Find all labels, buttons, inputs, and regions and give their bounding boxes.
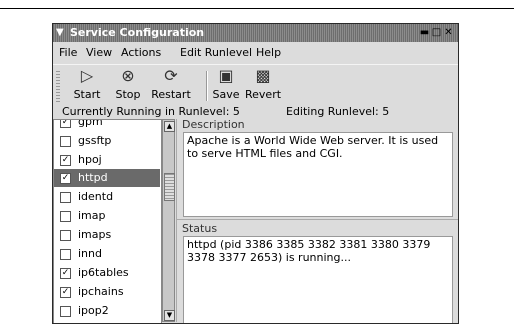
window-menu-icon[interactable]: ▼ bbox=[56, 26, 64, 40]
service-name: ip6tables bbox=[78, 266, 129, 279]
editing-runlevel: Editing Runlevel: 5 bbox=[286, 105, 390, 118]
service-checkbox[interactable] bbox=[60, 230, 71, 241]
service-item[interactable]: gssftp bbox=[58, 132, 161, 150]
service-item[interactable]: ipop2 bbox=[58, 302, 161, 320]
scroll-thumb[interactable] bbox=[164, 173, 175, 201]
service-checkbox[interactable]: ✓ bbox=[60, 120, 71, 128]
service-name: gpm bbox=[78, 119, 103, 128]
service-name: innd bbox=[78, 247, 102, 260]
service-name: ipop3 bbox=[78, 321, 109, 323]
service-list-scrollbar[interactable]: ▲ ▼ bbox=[162, 119, 175, 322]
start-button[interactable]: ▷ Start bbox=[70, 66, 104, 102]
restart-label: Restart bbox=[151, 88, 191, 101]
pane-divider[interactable] bbox=[177, 219, 458, 220]
service-name: ipop2 bbox=[78, 304, 109, 317]
service-item[interactable]: innd bbox=[58, 245, 161, 263]
status-label: Status bbox=[182, 222, 218, 235]
runlevel-info: Currently Running in Runlevel: 5 Editing… bbox=[53, 105, 458, 119]
service-name: identd bbox=[78, 190, 114, 203]
revert-button[interactable]: ▩ Revert bbox=[245, 66, 282, 102]
service-item[interactable]: identd bbox=[58, 188, 161, 206]
stop-icon: ⊗ bbox=[121, 66, 135, 85]
service-name: hpoj bbox=[78, 153, 102, 166]
service-item[interactable]: imaps bbox=[58, 226, 161, 244]
menu-help[interactable]: Help bbox=[256, 46, 281, 59]
current-runlevel: Currently Running in Runlevel: 5 bbox=[62, 105, 240, 118]
service-name: httpd bbox=[78, 171, 108, 184]
toolbar-separator bbox=[206, 71, 208, 101]
revert-icon: ▩ bbox=[255, 66, 271, 85]
close-icon[interactable]: ✕ bbox=[443, 27, 454, 38]
service-item[interactable]: ✓ gpm bbox=[58, 119, 161, 131]
service-name: imap bbox=[78, 209, 106, 222]
description-pane: Description Apache is a World Wide Web s… bbox=[177, 118, 458, 218]
title-bar[interactable]: ▼ Service Configuration ▬ □ ✕ bbox=[53, 24, 458, 42]
service-checkbox[interactable] bbox=[60, 249, 71, 260]
description-text: Apache is a World Wide Web server. It is… bbox=[183, 132, 453, 217]
scroll-down-icon[interactable]: ▼ bbox=[164, 310, 175, 321]
stop-label: Stop bbox=[115, 88, 141, 101]
service-item[interactable]: ✓ ipchains bbox=[58, 283, 161, 301]
menu-edit-runlevel[interactable]: Edit Runlevel bbox=[180, 46, 252, 59]
revert-label: Revert bbox=[245, 88, 282, 101]
save-icon: ▣ bbox=[218, 66, 234, 85]
restart-button[interactable]: ⟳ Restart bbox=[149, 66, 193, 102]
service-item[interactable]: ✓ ip6tables bbox=[58, 264, 161, 282]
menu-view[interactable]: View bbox=[86, 46, 112, 59]
stop-button[interactable]: ⊗ Stop bbox=[111, 66, 145, 102]
desktop-top-border bbox=[0, 8, 514, 9]
maximize-icon[interactable]: □ bbox=[431, 27, 442, 38]
toolbar: ▷ Start ⊗ Stop ⟳ Restart ▣ Save ▩ Revert bbox=[53, 64, 458, 105]
menu-actions[interactable]: Actions bbox=[121, 46, 161, 59]
restart-icon: ⟳ bbox=[164, 66, 178, 85]
save-button[interactable]: ▣ Save bbox=[210, 66, 242, 102]
service-checkbox[interactable] bbox=[60, 192, 71, 203]
save-label: Save bbox=[212, 88, 240, 101]
service-item-selected[interactable]: ✓ httpd bbox=[54, 169, 160, 187]
menu-file[interactable]: File bbox=[59, 46, 77, 59]
service-list: ✓ gpm gssftp ✓ hpoj ✓ httpd identd imap ima… bbox=[53, 119, 162, 324]
service-name: ipchains bbox=[78, 285, 124, 298]
service-item[interactable]: ✓ hpoj bbox=[58, 151, 161, 169]
service-item[interactable]: ipop3 bbox=[58, 319, 161, 324]
status-pane: Status httpd (pid 3386 3385 3382 3381 33… bbox=[177, 222, 458, 323]
service-checkbox[interactable]: ✓ bbox=[60, 155, 71, 166]
play-icon: ▷ bbox=[80, 66, 94, 85]
service-configuration-window: ▼ Service Configuration ▬ □ ✕ File View … bbox=[52, 23, 459, 324]
start-label: Start bbox=[73, 88, 101, 101]
status-text: httpd (pid 3386 3385 3382 3381 3380 3379… bbox=[183, 236, 453, 323]
service-name: gssftp bbox=[78, 134, 112, 147]
toolbar-grip[interactable] bbox=[56, 71, 60, 103]
service-checkbox[interactable] bbox=[60, 136, 71, 147]
service-item[interactable]: imap bbox=[58, 207, 161, 225]
window-title: Service Configuration bbox=[70, 26, 205, 39]
service-checkbox[interactable] bbox=[60, 211, 71, 222]
minimize-icon[interactable]: ▬ bbox=[419, 27, 430, 38]
service-name: imaps bbox=[78, 228, 112, 241]
service-checkbox[interactable]: ✓ bbox=[60, 268, 71, 279]
scroll-up-icon[interactable]: ▲ bbox=[164, 121, 175, 132]
menu-bar: File View Actions Edit Runlevel Help bbox=[53, 43, 458, 63]
service-checkbox[interactable]: ✓ bbox=[60, 287, 71, 298]
service-checkbox[interactable]: ✓ bbox=[60, 173, 71, 184]
description-label: Description bbox=[182, 118, 245, 131]
service-checkbox[interactable] bbox=[60, 323, 71, 324]
service-checkbox[interactable] bbox=[60, 306, 71, 317]
